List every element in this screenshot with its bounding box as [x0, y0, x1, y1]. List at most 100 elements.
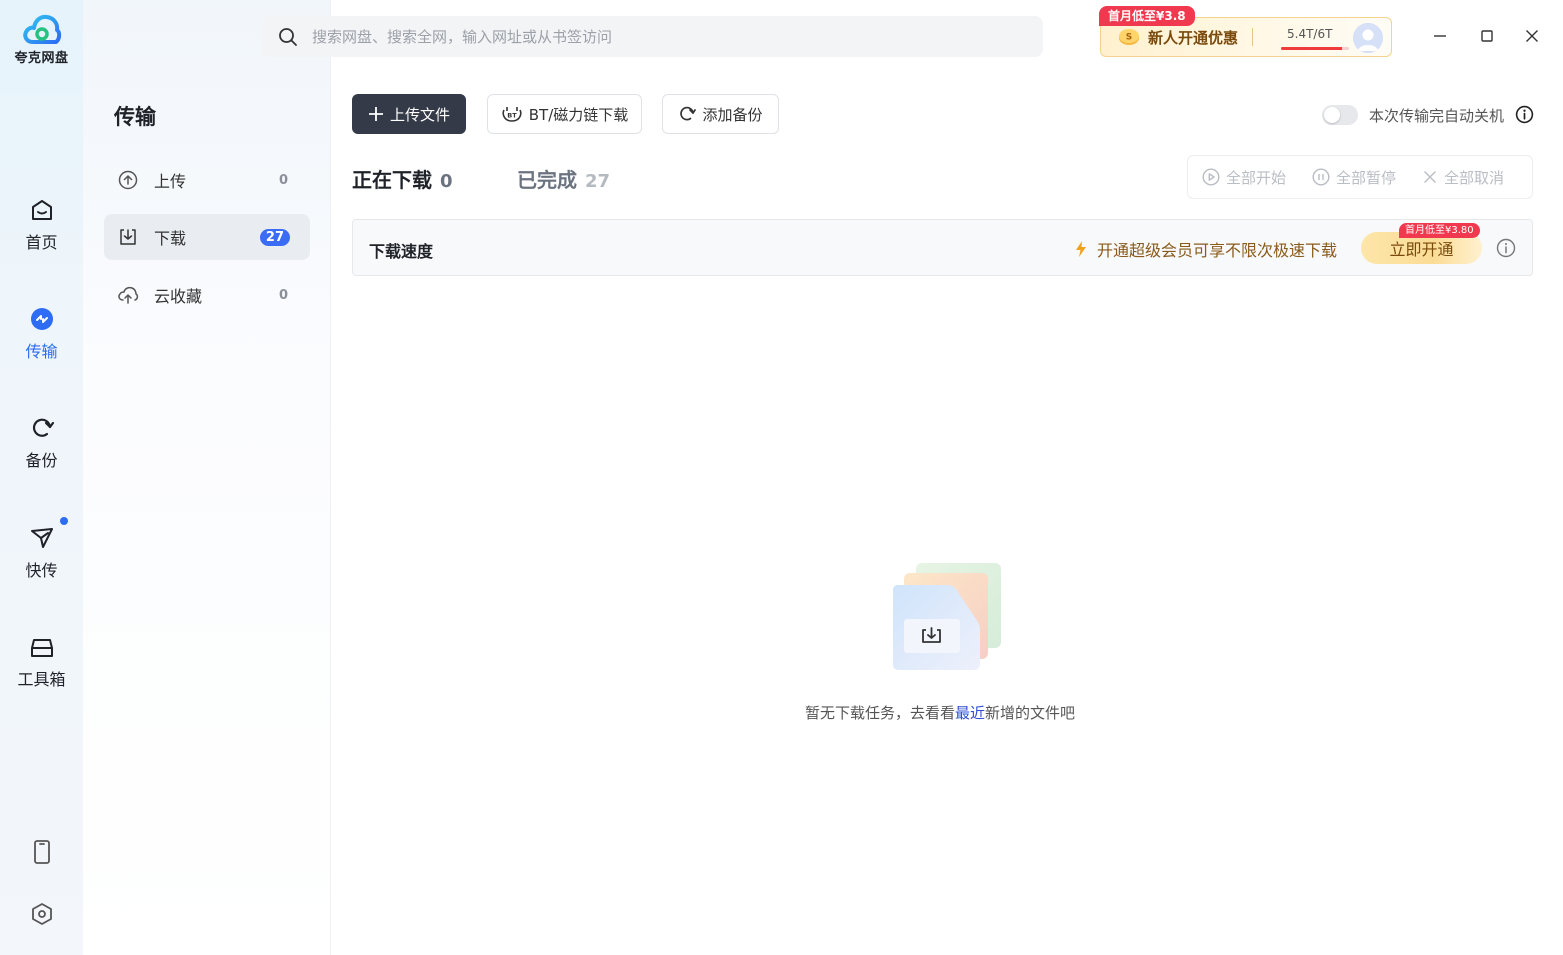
vip-promo-banner[interactable]: 首月低至¥3.8 S 新人开通优惠 5.4T/6T — [1099, 6, 1392, 57]
close-button[interactable] — [1520, 24, 1544, 48]
start-all-button[interactable]: 全部开始 — [1202, 167, 1286, 188]
promo-text: 新人开通优惠 — [1148, 28, 1239, 47]
empty-download-illustration — [893, 563, 1001, 670]
app-logo: 夸克网盘 — [0, 12, 83, 66]
rail-item-transfer[interactable]: 传输 — [0, 304, 83, 362]
promo-tag: 首月低至¥3.8 — [1099, 6, 1195, 26]
maximize-button[interactable] — [1475, 24, 1499, 48]
home-icon — [31, 200, 52, 220]
transfer-icon — [30, 308, 53, 330]
rail-item-label: 首页 — [25, 233, 58, 252]
speed-cta-tag: 首月低至¥3.80 — [1399, 223, 1480, 238]
subnav-item-label: 下载 — [154, 229, 187, 248]
close-icon — [1526, 30, 1538, 42]
speed-promo: 开通超级会员可享不限次极速下载 — [1075, 237, 1337, 261]
bt-magnet-download-button[interactable]: BT BT/磁力链下载 — [487, 94, 642, 134]
tab-downloading-count: 0 — [440, 171, 453, 192]
left-rail: 夸克网盘 首页 传输 备份 快传 工具箱 — [0, 0, 83, 955]
storage-quota-text: 5.4T/6T — [1287, 27, 1333, 41]
download-tray-icon — [120, 229, 136, 245]
start-all-label: 全部开始 — [1226, 168, 1287, 187]
lightning-icon — [1076, 241, 1086, 257]
rail-item-toolbox[interactable]: 工具箱 — [0, 632, 83, 690]
mobile-device-button[interactable] — [26, 836, 58, 868]
rail-item-home[interactable]: 首页 — [0, 195, 83, 253]
subnav-item-cloud-collect[interactable]: 云收藏 0 — [104, 272, 310, 318]
transfer-subnav: 传输 上传 0 下载 27 云收藏 0 — [83, 0, 331, 955]
download-speed-title: 下载速度 — [369, 242, 434, 261]
upload-circle-icon — [118, 170, 138, 190]
subnav-item-label: 云收藏 — [154, 287, 203, 306]
upload-file-button[interactable]: 上传文件 — [352, 94, 466, 134]
subnav-item-download[interactable]: 下载 27 — [104, 214, 310, 260]
rail-item-quick-send[interactable]: 快传 — [0, 523, 83, 581]
settings-hexagon-icon — [32, 903, 52, 925]
empty-text-after: 新增的文件吧 — [985, 704, 1076, 722]
storage-quota-fill — [1281, 47, 1343, 50]
speed-promo-text: 开通超级会员可享不限次极速下载 — [1097, 241, 1338, 260]
rail-item-label: 传输 — [25, 342, 58, 361]
bt-icon: BT — [502, 107, 522, 122]
cloud-upload-icon — [118, 286, 139, 304]
user-avatar-icon — [1353, 23, 1383, 53]
recent-link[interactable]: 最近 — [955, 704, 985, 722]
play-circle-icon — [1202, 168, 1220, 186]
rail-item-backup[interactable]: 备份 — [0, 413, 83, 471]
quick-send-icon — [30, 528, 53, 548]
auto-shutdown-label: 本次传输完自动关机 — [1369, 107, 1505, 125]
backup-icon — [32, 418, 54, 437]
rail-item-label: 快传 — [25, 561, 58, 580]
close-icon — [1424, 171, 1437, 183]
tab-downloading[interactable]: 正在下载 0 — [352, 164, 453, 193]
pause-circle-icon — [1312, 168, 1330, 186]
pause-all-label: 全部暂停 — [1336, 168, 1397, 187]
cloud-collect-count: 0 — [278, 287, 288, 303]
cancel-all-label: 全部取消 — [1444, 168, 1505, 187]
svg-text:S: S — [1126, 33, 1132, 43]
toggle-knob — [1324, 107, 1340, 123]
svg-text:BT: BT — [507, 112, 517, 120]
tab-downloading-label: 正在下载 — [352, 168, 432, 192]
phone-icon — [34, 840, 50, 864]
download-speed-bar: 下载速度 开通超级会员可享不限次极速下载 立即开通 首月低至¥3.80 — [352, 219, 1533, 276]
subnav-title: 传输 — [114, 105, 156, 129]
plus-icon — [368, 107, 383, 121]
bulk-actions: 全部开始 全部暂停 全部取消 — [1187, 155, 1533, 199]
empty-text-before: 暂无下载任务，去看看 — [805, 704, 956, 722]
subnav-item-label: 上传 — [154, 172, 187, 191]
info-icon[interactable] — [1496, 238, 1516, 258]
add-backup-button[interactable]: 添加备份 — [662, 94, 779, 134]
subnav-item-upload[interactable]: 上传 0 — [104, 157, 310, 203]
storage-quota[interactable]: 5.4T/6T — [1273, 17, 1350, 57]
rail-item-label: 工具箱 — [17, 670, 66, 689]
avatar[interactable] — [1353, 23, 1383, 53]
auto-shutdown-toggle[interactable] — [1322, 105, 1358, 125]
tab-completed[interactable]: 已完成 27 — [517, 164, 610, 193]
app-name: 夸克网盘 — [14, 51, 69, 66]
tab-completed-label: 已完成 — [517, 168, 577, 192]
pause-all-button[interactable]: 全部暂停 — [1312, 167, 1396, 188]
promo-divider — [1252, 28, 1254, 46]
download-count-badge: 27 — [259, 228, 290, 246]
upload-file-label: 上传文件 — [389, 105, 450, 124]
tab-completed-count: 27 — [585, 171, 611, 192]
search-bar[interactable] — [262, 16, 1043, 57]
search-input[interactable] — [312, 27, 992, 46]
coin-icon: S — [1119, 29, 1139, 45]
add-backup-label: 添加备份 — [702, 105, 763, 124]
search-icon — [279, 27, 297, 46]
storage-quota-bar — [1281, 47, 1350, 50]
upload-count: 0 — [278, 172, 288, 188]
activate-vip-label: 立即开通 — [1389, 240, 1454, 259]
minimize-icon — [1434, 35, 1446, 37]
minimize-button[interactable] — [1428, 24, 1452, 48]
bt-download-label: BT/磁力链下载 — [528, 105, 629, 124]
rail-item-label: 备份 — [25, 451, 58, 470]
cloud-logo-icon — [22, 14, 61, 44]
info-icon[interactable] — [1515, 105, 1534, 124]
toolbox-icon — [30, 639, 53, 657]
refresh-icon — [680, 106, 697, 121]
app-window: 夸克网盘 首页 传输 备份 快传 工具箱 传输 上传 0 下载 27 云收藏 0… — [0, 0, 1563, 955]
settings-button[interactable] — [26, 898, 58, 930]
cancel-all-button[interactable]: 全部取消 — [1422, 167, 1504, 188]
